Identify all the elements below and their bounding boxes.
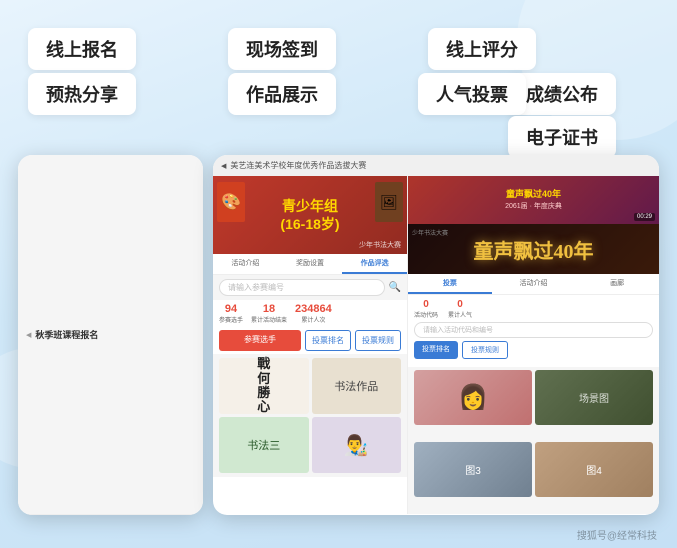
artwork-grid: 戰何勝心 书法作品 书法三 👨‍🎨 xyxy=(213,354,407,477)
rpl-banner-title: 青少年组(16-18岁) xyxy=(280,197,339,233)
stat-contestants-value: 94 xyxy=(219,303,243,315)
left-phone: ◀ 秋季班课程报名 1025人报名! 课程 互动资讯 机构介绍 报名 秋季课程报… xyxy=(18,155,203,515)
feature-label: 人气投票 xyxy=(436,85,508,105)
rpr-tab-vote[interactable]: 投票 xyxy=(408,274,492,294)
rpr-cal-title: 童声飘过40年 xyxy=(474,235,594,264)
vote-input[interactable]: 请输入活动代码和编号 xyxy=(414,322,653,338)
vote-code-value: 0 xyxy=(414,299,438,310)
stat-total-value: 234864 xyxy=(295,303,332,315)
rpl-stats: 94 参赛选手 18 累计活动结束 234864 累计人次 xyxy=(213,300,407,327)
rpr-img-1[interactable]: 👩 xyxy=(414,370,532,425)
feature-label: 预热分享 xyxy=(46,85,118,105)
feature-preheat-share[interactable]: 预热分享 xyxy=(28,73,136,115)
vote-stat-code: 0 活动代码 xyxy=(414,299,438,319)
vote-rules-btn[interactable]: 投票规则 xyxy=(355,330,401,351)
vote-stats: 0 活动代码 0 累计人气 xyxy=(414,299,653,319)
feature-ecert[interactable]: 电子证书 xyxy=(508,116,616,158)
rpr-img-2[interactable]: 场景图 xyxy=(535,370,653,425)
feature-work-display[interactable]: 作品展示 xyxy=(228,73,336,115)
artwork-2[interactable]: 书法作品 xyxy=(312,358,402,414)
stat-total: 234864 累计人次 xyxy=(295,303,332,324)
phones-area: ◀ 秋季班课程报名 1025人报名! 课程 互动资讯 机构介绍 报名 秋季课程报… xyxy=(18,155,659,528)
feature-label: 线上报名 xyxy=(46,40,118,60)
vote-total-value: 0 xyxy=(448,299,472,310)
rpr-tabs: 投票 活动介绍 画廊 xyxy=(408,274,659,295)
join-btn[interactable]: 参赛选手 xyxy=(219,330,301,351)
stat-total-label: 累计人次 xyxy=(295,315,332,324)
feature-label: 作品展示 xyxy=(246,85,318,105)
rpr-tab-intro[interactable]: 活动介绍 xyxy=(492,274,576,294)
stat-activity-value: 18 xyxy=(251,303,287,315)
stat-contestants-label: 参赛选手 xyxy=(219,315,243,324)
artwork-4[interactable]: 👨‍🎨 xyxy=(312,417,402,473)
search-icon[interactable]: 🔍 xyxy=(389,282,401,293)
feature-label: 电子证书 xyxy=(526,128,598,148)
rpr-vote-area: 0 活动代码 0 累计人气 请输入活动代码和编号 投票排名 投票规则 xyxy=(408,295,659,367)
rpr-img-4[interactable]: 图4 xyxy=(535,442,653,497)
right-phone-header: ◀ 美艺连美术学校年度优秀作品选拔大赛 xyxy=(213,155,659,176)
feature-label: 线上评分 xyxy=(446,40,518,60)
watermark: 搜狐号@经常科技 xyxy=(577,527,657,542)
rpr-image-grid: 👩 场景图 图3 图4 xyxy=(408,367,659,514)
vote-stat-total: 0 累计人气 xyxy=(448,299,472,319)
right-phone-panels: 青少年组(16-18岁) 少年书法大赛 🎨 🖼 活动介绍 奖励设置 作品评选 xyxy=(213,176,659,514)
rpr-cal-year: 少年书法大赛 xyxy=(412,228,448,237)
right-phone-left-panel: 青少年组(16-18岁) 少年书法大赛 🎨 🖼 活动介绍 奖励设置 作品评选 xyxy=(213,176,408,514)
vote-total-label: 累计人气 xyxy=(448,310,472,319)
rpl-tabs: 活动介绍 奖励设置 作品评选 xyxy=(213,254,407,275)
rpr-tab-gallery[interactable]: 画廊 xyxy=(575,274,659,294)
feature-label: 成绩公布 xyxy=(526,85,598,105)
rpl-search-input[interactable]: 请输入参赛编号 xyxy=(219,279,385,296)
timestamp-badge: 00:29 xyxy=(634,213,655,221)
right-phone: ◀ 美艺连美术学校年度优秀作品选拔大赛 青少年组(16-18岁) 少年书法大赛 … xyxy=(213,155,659,515)
rpl-tab-award[interactable]: 奖励设置 xyxy=(278,254,343,274)
rpr-img-3[interactable]: 图3 xyxy=(414,442,532,497)
vote-code-label: 活动代码 xyxy=(414,310,438,319)
rpl-action-btns: 参赛选手 投票排名 投票规则 xyxy=(213,327,407,354)
artwork-3[interactable]: 书法三 xyxy=(219,417,309,473)
feature-online-score[interactable]: 线上评分 xyxy=(428,28,536,70)
rpl-banner: 青少年组(16-18岁) 少年书法大赛 🎨 🖼 xyxy=(213,176,407,254)
rpr-top-image: 童声飘过40年 2061届 · 年度庆典 00:29 xyxy=(408,176,659,224)
rpr-calligraphy-banner: 童声飘过40年 少年书法大赛 xyxy=(408,224,659,274)
vote-rules-btn2[interactable]: 投票规则 xyxy=(462,341,508,359)
left-phone-header-text: 秋季班课程报名 xyxy=(35,328,98,341)
vote-action-btns: 投票排名 投票规则 xyxy=(414,341,653,359)
rpl-banner-sub: 少年书法大赛 xyxy=(359,240,401,250)
vote-rank-btn[interactable]: 投票排名 xyxy=(414,341,458,359)
right-phone-right-panel: 童声飘过40年 2061届 · 年度庆典 00:29 童声飘过40年 少年书法大… xyxy=(408,176,659,514)
left-phone-header: ◀ 秋季班课程报名 xyxy=(18,155,203,515)
rpl-search: 请输入参赛编号 🔍 xyxy=(213,275,407,300)
rpr-header-text: 童声飘过40年 2061届 · 年度庆典 xyxy=(505,188,562,212)
vote-rank-btn[interactable]: 投票排名 xyxy=(305,330,351,351)
feature-online-register[interactable]: 线上报名 xyxy=(28,28,136,70)
feature-label: 现场签到 xyxy=(246,40,318,60)
feature-onsite-checkin[interactable]: 现场签到 xyxy=(228,28,336,70)
rpl-tab-intro[interactable]: 活动介绍 xyxy=(213,254,278,274)
rpl-tab-works[interactable]: 作品评选 xyxy=(342,254,407,274)
stat-activity-label: 累计活动结束 xyxy=(251,315,287,324)
artwork-1[interactable]: 戰何勝心 xyxy=(219,358,309,414)
stat-contestants: 94 参赛选手 xyxy=(219,303,243,324)
right-phone-header-text: 美艺连美术学校年度优秀作品选拔大赛 xyxy=(230,160,366,171)
features-area: 线上报名 现场签到 线上评分 预热分享 作品展示 成绩公布 人气投票 电子证书 xyxy=(18,18,659,148)
stat-activity: 18 累计活动结束 xyxy=(251,303,287,324)
feature-popular-vote[interactable]: 人气投票 xyxy=(418,73,526,115)
